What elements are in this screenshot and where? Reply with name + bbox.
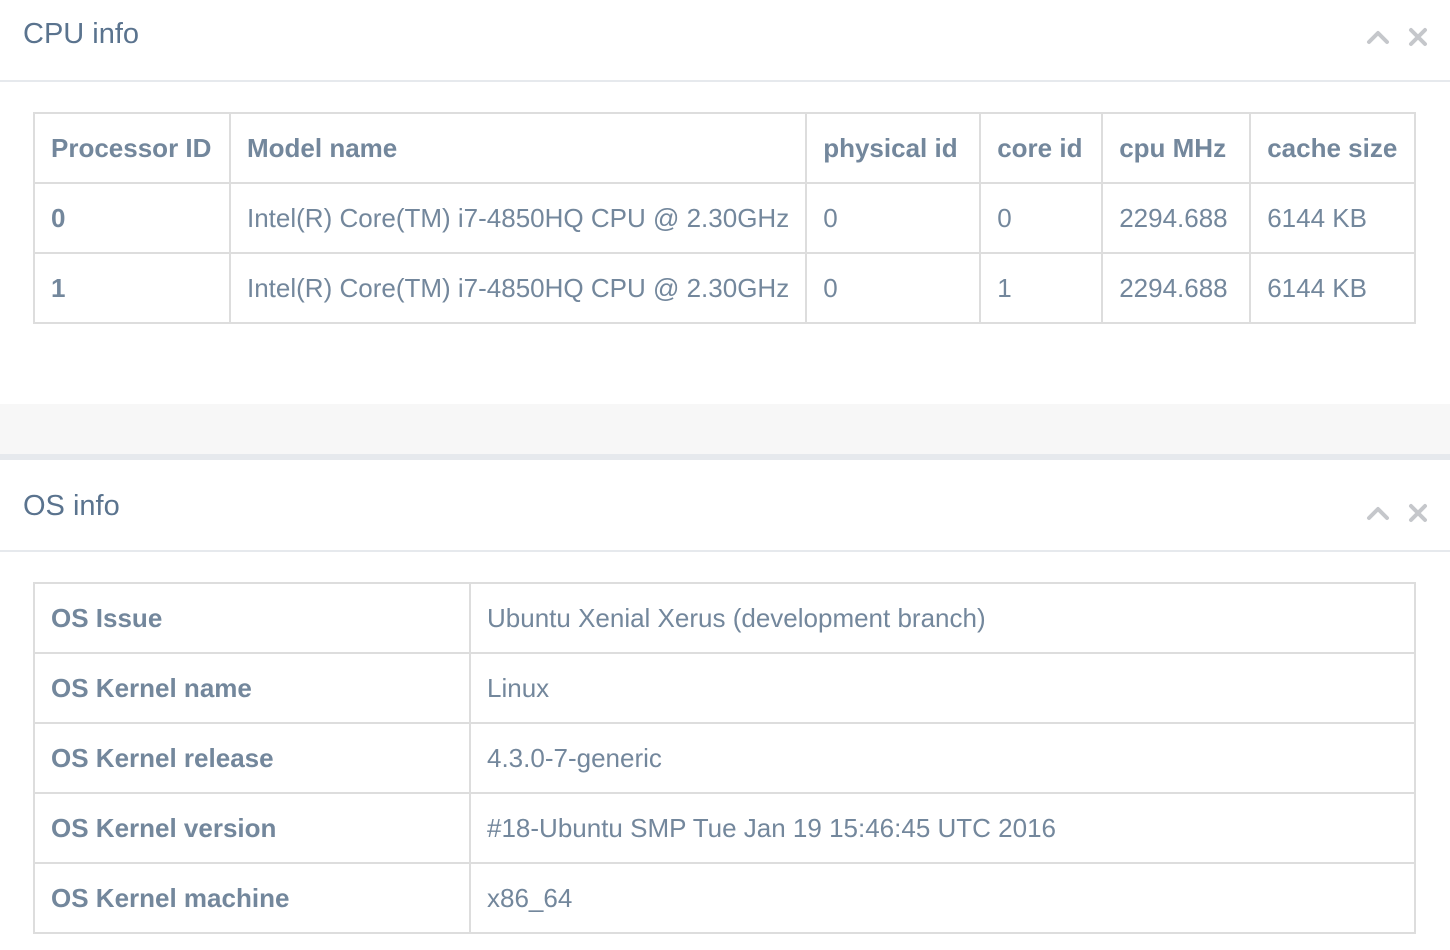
column-header-core-id: core id: [979, 112, 1104, 184]
os-kernel-release-value: 4.3.0-7-generic: [469, 722, 1416, 794]
table-row: OS Kernel machine x86_64: [33, 862, 1416, 934]
model-name-cell: Intel(R) Core(TM) i7-4850HQ CPU @ 2.30GH…: [228, 182, 808, 254]
os-info-header: OS info: [0, 460, 1450, 552]
os-kernel-machine-label: OS Kernel machine: [33, 862, 471, 934]
cpu-info-header: CPU info: [0, 0, 1450, 82]
processor-id-cell: 0: [33, 182, 231, 254]
os-kernel-machine-value: x86_64: [469, 862, 1416, 934]
cache-size-cell: 6144 KB: [1249, 252, 1416, 324]
column-header-model-name: Model name: [228, 112, 808, 184]
column-header-physical-id: physical id: [805, 112, 982, 184]
os-kernel-version-label: OS Kernel version: [33, 792, 471, 864]
panel-gap: [0, 404, 1450, 454]
os-kernel-name-label: OS Kernel name: [33, 652, 471, 724]
os-table: OS Issue Ubuntu Xenial Xerus (developmen…: [33, 582, 1416, 934]
physical-id-cell: 0: [805, 252, 982, 324]
table-row: 1 Intel(R) Core(TM) i7-4850HQ CPU @ 2.30…: [33, 252, 1416, 324]
table-row: OS Kernel release 4.3.0-7-generic: [33, 722, 1416, 794]
chevron-up-icon[interactable]: [1366, 22, 1390, 52]
os-kernel-release-label: OS Kernel release: [33, 722, 471, 794]
close-icon[interactable]: [1406, 498, 1430, 528]
column-header-cpu-mhz: cpu MHz: [1101, 112, 1252, 184]
cpu-mhz-cell: 2294.688: [1101, 182, 1252, 254]
os-kernel-version-value: #18-Ubuntu SMP Tue Jan 19 15:46:45 UTC 2…: [469, 792, 1416, 864]
table-row: OS Kernel name Linux: [33, 652, 1416, 724]
cpu-info-tools: [1366, 22, 1430, 52]
chevron-up-icon[interactable]: [1366, 498, 1390, 528]
os-kernel-name-value: Linux: [469, 652, 1416, 724]
cpu-info-title: CPU info: [23, 18, 140, 50]
os-info-title: OS info: [23, 490, 120, 522]
core-id-cell: 0: [979, 182, 1104, 254]
os-info-tools: [1366, 498, 1430, 528]
table-row: 0 Intel(R) Core(TM) i7-4850HQ CPU @ 2.30…: [33, 182, 1416, 254]
model-name-cell: Intel(R) Core(TM) i7-4850HQ CPU @ 2.30GH…: [228, 252, 808, 324]
column-header-processor-id: Processor ID: [33, 112, 231, 184]
table-row: OS Issue Ubuntu Xenial Xerus (developmen…: [33, 582, 1416, 654]
column-header-cache-size: cache size: [1249, 112, 1416, 184]
cpu-table: Processor ID Model name physical id core…: [33, 112, 1416, 324]
physical-id-cell: 0: [805, 182, 982, 254]
table-row: OS Kernel version #18-Ubuntu SMP Tue Jan…: [33, 792, 1416, 864]
cpu-info-panel: CPU info Processor ID Model name physica…: [0, 0, 1450, 404]
cpu-table-header-row: Processor ID Model name physical id core…: [33, 112, 1416, 184]
processor-id-cell: 1: [33, 252, 231, 324]
cpu-mhz-cell: 2294.688: [1101, 252, 1252, 324]
core-id-cell: 1: [979, 252, 1104, 324]
os-issue-value: Ubuntu Xenial Xerus (development branch): [469, 582, 1416, 654]
os-info-panel: OS info OS Issue Ubuntu Xenial Xerus (de…: [0, 454, 1450, 950]
close-icon[interactable]: [1406, 22, 1430, 52]
os-issue-label: OS Issue: [33, 582, 471, 654]
cache-size-cell: 6144 KB: [1249, 182, 1416, 254]
